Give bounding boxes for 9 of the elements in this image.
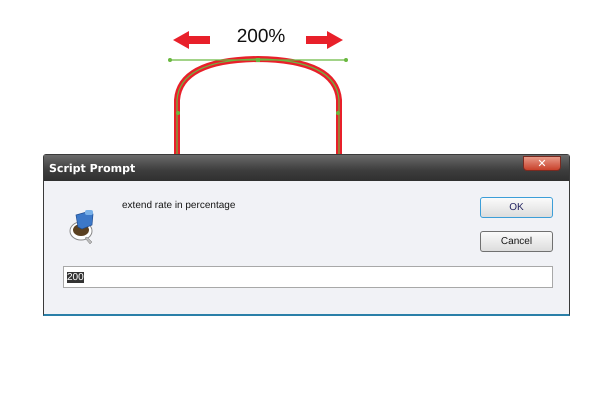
cancel-button[interactable]: Cancel	[480, 231, 553, 252]
ok-button[interactable]: OK	[480, 197, 553, 218]
input-value: 200	[67, 272, 84, 282]
window-title: Script Prompt	[49, 162, 136, 174]
prompt-message: extend rate in percentage	[122, 200, 236, 212]
left-arrow-icon	[173, 31, 210, 49]
input-field[interactable]: 200	[63, 266, 553, 288]
measure-label: 200%	[236, 26, 286, 48]
right-arrow-icon	[306, 31, 343, 49]
